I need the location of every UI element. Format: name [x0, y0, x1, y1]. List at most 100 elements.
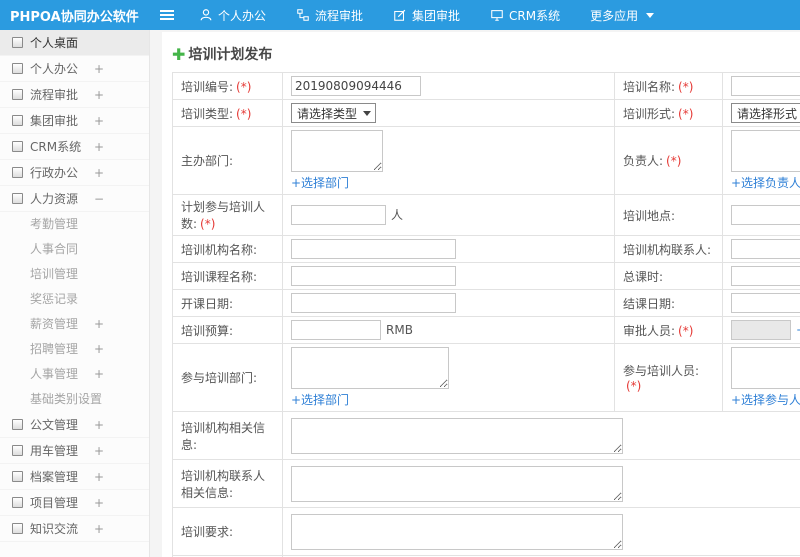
nav-process-approval[interactable]: 流程审批 — [281, 0, 378, 30]
field-cell: +选择部门 — [282, 126, 615, 195]
field-label: 培训课程名称: — [181, 269, 258, 284]
start-date-input[interactable] — [291, 293, 456, 313]
menu-toggle-icon[interactable] — [150, 0, 184, 30]
sidebar-subitem-training[interactable]: 培训管理 — [0, 262, 149, 287]
leader-textarea[interactable] — [731, 130, 800, 172]
expand-icon: + — [94, 342, 105, 356]
field-cell: 人 — [282, 194, 615, 236]
sidebar-item-label: 档案管理 — [30, 470, 79, 484]
field-label: 参与培训部门: — [181, 371, 258, 385]
field-cell — [282, 459, 800, 508]
sidebar-item-group-approval[interactable]: 集团审批 + — [0, 108, 149, 134]
required-mark: (*) — [200, 217, 216, 231]
nav-crm-system[interactable]: CRM系统 — [475, 0, 575, 30]
training-form-select[interactable]: 请选择形式 — [731, 103, 800, 123]
participants-textarea[interactable] — [731, 347, 800, 389]
label-cell: 培训机构联系人: — [614, 235, 723, 263]
training-type-select[interactable]: 请选择类型 — [291, 103, 377, 123]
currency-suffix: RMB — [386, 322, 413, 337]
table-row: 开课日期: 结课日期: — [172, 289, 800, 317]
training-location-input[interactable] — [731, 205, 800, 225]
sidebar-item-crm[interactable]: CRM系统 + — [0, 134, 149, 160]
approver-input[interactable] — [731, 320, 791, 340]
page-title-text: 培训计划发布 — [188, 47, 273, 63]
select-approver-link[interactable]: +选择审批人员 — [796, 323, 800, 337]
field-label: 培训形式: — [623, 106, 676, 121]
field-cell — [282, 507, 800, 556]
table-row: 培训课程名称: 总课时: — [172, 262, 800, 290]
flow-icon — [12, 89, 23, 100]
sidebar-item-knowledge[interactable]: 知识交流 + — [0, 516, 149, 542]
sidebar-item-label: 招聘管理 — [30, 342, 79, 356]
nav-label: 更多应用 — [590, 8, 639, 23]
course-name-input[interactable] — [291, 266, 456, 286]
sidebar-subitem-recruit[interactable]: 招聘管理 + — [0, 337, 149, 362]
sidebar-subitem-personnel[interactable]: 人事管理 + — [0, 362, 149, 387]
budget-input[interactable] — [291, 320, 381, 340]
sidebar-item-label: 培训管理 — [30, 267, 79, 281]
table-row: 培训类型: (*) 请选择类型 培训形式: (*) 请选择形式 — [172, 99, 800, 127]
expand-icon: + — [94, 88, 105, 102]
label-cell: 开课日期: — [172, 289, 283, 317]
institution-contact-info-textarea[interactable] — [291, 465, 623, 502]
total-hours-input[interactable] — [731, 266, 800, 286]
label-cell: 培训机构相关信息: — [172, 411, 283, 460]
sidebar-item-label: 个人桌面 — [30, 36, 79, 50]
select-participants-link[interactable]: +选择参与人员 — [731, 393, 800, 407]
label-cell: 参与培训部门: — [172, 343, 283, 412]
chevron-down-icon — [363, 110, 372, 116]
sidebar-item-vehicle[interactable]: 用车管理 + — [0, 438, 149, 464]
field-label: 计划参与培训人数: — [181, 200, 266, 231]
table-row: 培训要求: — [172, 507, 800, 556]
host-department-textarea[interactable] — [291, 130, 383, 172]
sidebar-item-archives[interactable]: 档案管理 + — [0, 464, 149, 490]
collapse-icon: − — [94, 192, 105, 206]
participating-departments-textarea[interactable] — [291, 347, 449, 389]
table-row: 主办部门: +选择部门 负责人: (*) +选择负责人 — [172, 126, 800, 195]
institution-name-input[interactable] — [291, 239, 456, 259]
sidebar-subitem-rewards[interactable]: 奖惩记录 — [0, 287, 149, 312]
nav-personal-office[interactable]: 个人办公 — [184, 0, 281, 30]
sidebar-subitem-attendance[interactable]: 考勤管理 — [0, 212, 149, 237]
select-leader-link[interactable]: +选择负责人 — [731, 176, 800, 190]
expand-icon: + — [94, 367, 105, 381]
sidebar-item-documents[interactable]: 公文管理 + — [0, 412, 149, 438]
institution-info-textarea[interactable] — [291, 417, 623, 454]
sidebar-item-desktop[interactable]: 个人桌面 — [0, 30, 149, 56]
institution-contact-input[interactable] — [731, 239, 800, 259]
sidebar-item-label: 人事管理 — [30, 367, 79, 381]
sidebar-subitem-salary[interactable]: 薪资管理 + — [0, 312, 149, 337]
required-mark: (*) — [236, 79, 252, 94]
archive-icon — [12, 471, 23, 482]
training-requirements-textarea[interactable] — [291, 513, 623, 550]
training-no-input[interactable] — [291, 76, 421, 96]
field-label: 培训机构名称: — [181, 242, 258, 257]
sidebar-item-admin-office[interactable]: 行政办公 + — [0, 160, 149, 186]
field-cell: +选择参与人员 — [722, 343, 800, 412]
sidebar-subitem-base-category[interactable]: 基础类别设置 — [0, 387, 149, 412]
select-department-link[interactable]: +选择部门 — [291, 176, 349, 190]
sidebar-item-label: 行政办公 — [30, 166, 79, 180]
sidebar-item-projects[interactable]: 项目管理 + — [0, 490, 149, 516]
training-name-input[interactable] — [731, 76, 800, 96]
sidebar-subitem-hr-contract[interactable]: 人事合同 — [0, 237, 149, 262]
document-icon — [12, 419, 23, 430]
nav-more-apps[interactable]: 更多应用 — [575, 0, 669, 30]
sidebar-item-hr[interactable]: 人力资源 − — [0, 186, 149, 212]
sidebar-item-process-approval[interactable]: 流程审批 + — [0, 82, 149, 108]
expand-icon: + — [94, 522, 105, 536]
planned-participants-input[interactable] — [291, 205, 386, 225]
required-mark: (*) — [678, 323, 694, 338]
sidebar-item-label: 知识交流 — [30, 522, 79, 536]
plus-icon: ✚ — [172, 45, 186, 64]
sidebar-item-label: CRM系统 — [30, 140, 82, 154]
field-cell — [722, 235, 800, 263]
select-department-link[interactable]: +选择部门 — [291, 393, 349, 407]
label-cell: 培训要求: — [172, 507, 283, 556]
end-date-input[interactable] — [731, 293, 800, 313]
sidebar-item-personal-office[interactable]: 个人办公 + — [0, 56, 149, 82]
field-cell — [722, 194, 800, 236]
folder-icon — [12, 497, 23, 508]
field-cell — [722, 72, 800, 100]
nav-group-approval[interactable]: 集团审批 — [378, 0, 475, 30]
